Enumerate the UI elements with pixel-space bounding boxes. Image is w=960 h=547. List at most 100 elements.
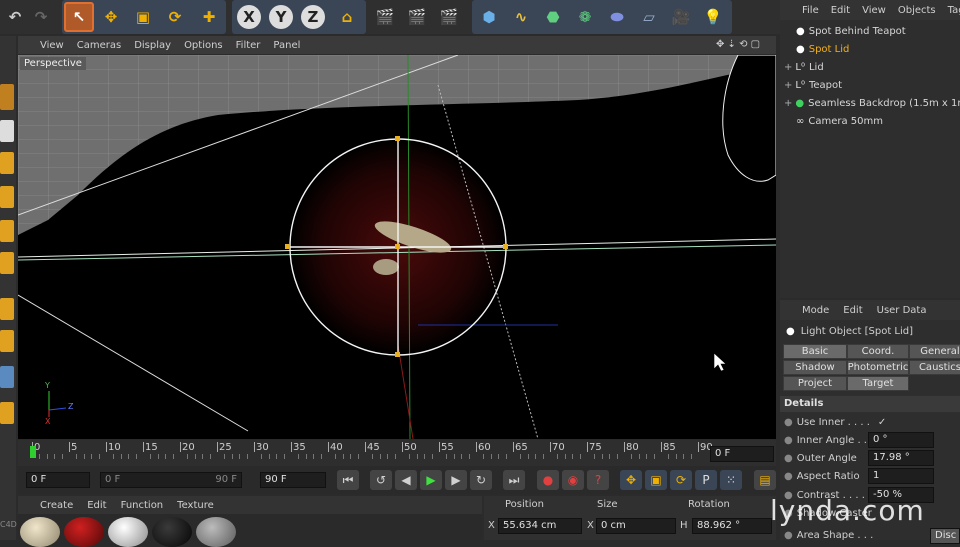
nurbs-icon[interactable]: ⬣ — [538, 2, 568, 32]
play-icon[interactable]: ▶ — [420, 470, 442, 490]
use-inner-checkbox[interactable]: ✓ — [878, 417, 886, 428]
tab-shadow[interactable]: Shadow — [783, 360, 847, 375]
expand-icon[interactable]: + — [784, 80, 792, 91]
viewport-menu-view[interactable]: View — [40, 40, 64, 51]
scale-icon[interactable]: ▣ — [128, 2, 158, 32]
tab-coord[interactable]: Coord. — [847, 344, 909, 359]
object-menu-edit[interactable]: Edit — [831, 5, 850, 16]
rotation-h-field[interactable]: 88.962 ° — [692, 518, 772, 534]
end-frame-field[interactable]: 90 F — [260, 472, 326, 488]
next-key-icon[interactable]: ↻ — [470, 470, 492, 490]
key-parameter-icon[interactable]: P — [695, 470, 717, 490]
x-axis-button[interactable]: X — [234, 2, 264, 32]
points-mode-icon[interactable] — [0, 186, 14, 208]
viewport-menu-filter[interactable]: Filter — [236, 40, 261, 51]
viewport-menu-cameras[interactable]: Cameras — [77, 40, 121, 51]
render-picture-viewer-icon[interactable]: 🎬 — [402, 2, 432, 32]
go-to-end-icon[interactable]: ⏭ — [503, 470, 525, 490]
key-points-icon[interactable]: ⁙ — [720, 470, 742, 490]
object-row-spot-behind-teapot[interactable]: ● Spot Behind Teapot — [784, 22, 960, 40]
redo-icon[interactable]: ↷ — [26, 2, 56, 32]
current-frame-field[interactable]: 0 F — [710, 446, 774, 462]
viewport-menu-display[interactable]: Display — [134, 40, 171, 51]
live-select-icon[interactable]: ↖ — [64, 2, 94, 32]
object-row-camera[interactable]: ∞ Camera 50mm — [784, 112, 960, 130]
workplane-icon[interactable] — [0, 152, 14, 174]
tab-general[interactable]: General — [909, 344, 960, 359]
add-icon[interactable]: ✚ — [194, 2, 224, 32]
floor-icon[interactable]: ▱ — [634, 2, 664, 32]
object-menu-objects[interactable]: Objects — [898, 5, 936, 16]
object-menu-view[interactable]: View — [862, 5, 886, 16]
timeline[interactable]: 0 5 10 15 20 25 30 35 40 45 50 55 60 65 70 75 80 85 90 0 F — [18, 440, 776, 466]
y-axis-button[interactable]: Y — [266, 2, 296, 32]
tweak-mode-icon[interactable] — [0, 330, 14, 352]
inner-angle-field[interactable]: 0 ° — [868, 432, 934, 448]
tab-target[interactable]: Target — [847, 376, 909, 391]
position-x-field[interactable]: 55.634 cm — [498, 518, 582, 534]
object-row-lid[interactable]: + L⁰ Lid — [784, 58, 960, 76]
autokey-icon[interactable]: ◉ — [562, 470, 584, 490]
prev-key-icon[interactable]: ↺ — [370, 470, 392, 490]
tab-basic[interactable]: Basic — [783, 344, 847, 359]
cube-icon[interactable]: ⬢ — [474, 2, 504, 32]
area-shape-dropdown[interactable]: Disc — [930, 528, 960, 544]
key-position-icon[interactable]: ✥ — [620, 470, 642, 490]
size-x-field[interactable]: 0 cm — [596, 518, 676, 534]
light-icon[interactable]: 💡 — [698, 2, 728, 32]
object-row-seamless-backdrop[interactable]: + ● Seamless Backdrop (1.5m x 1m — [784, 94, 960, 112]
material-swatch-black[interactable] — [152, 517, 192, 547]
expand-icon[interactable]: + — [784, 98, 792, 109]
material-swatch-white[interactable] — [108, 517, 148, 547]
workplane-lock-icon[interactable] — [0, 402, 14, 424]
object-menu-file[interactable]: File — [802, 5, 819, 16]
object-row-spot-lid[interactable]: ● Spot Lid — [784, 40, 960, 58]
go-to-start-icon[interactable]: ⏮ — [337, 470, 359, 490]
record-icon[interactable]: ● — [537, 470, 559, 490]
start-frame-field[interactable]: 0 F — [26, 472, 90, 488]
move-icon[interactable]: ✥ — [96, 2, 126, 32]
aspect-ratio-field[interactable]: 1 — [868, 468, 934, 484]
object-row-teapot[interactable]: + L⁰ Teapot — [784, 76, 960, 94]
render-settings-icon[interactable]: 🎬 — [434, 2, 464, 32]
spline-icon[interactable]: ∿ — [506, 2, 536, 32]
key-rotation-icon[interactable]: ⟳ — [670, 470, 692, 490]
viewport[interactable]: Perspective Y Z X — [18, 55, 776, 439]
min-frame-field[interactable]: 0 F 90 F — [100, 472, 242, 488]
material-swatch-cream[interactable] — [20, 517, 60, 547]
model-mode-icon[interactable] — [0, 84, 14, 110]
axis-mode-icon[interactable] — [0, 298, 14, 320]
snap-icon[interactable] — [0, 366, 14, 388]
timeline-playhead[interactable] — [30, 446, 36, 458]
tab-photometric[interactable]: Photometric — [847, 360, 909, 375]
attr-menu-mode[interactable]: Mode — [802, 305, 829, 316]
material-menu-create[interactable]: Create — [40, 500, 73, 511]
material-menu-texture[interactable]: Texture — [177, 500, 214, 511]
expand-icon[interactable]: + — [784, 62, 792, 73]
array-icon[interactable]: ❁ — [570, 2, 600, 32]
z-axis-button[interactable]: Z — [298, 2, 328, 32]
polygons-mode-icon[interactable] — [0, 252, 14, 274]
viewport-menu-options[interactable]: Options — [184, 40, 223, 51]
keyframe-help-icon[interactable]: ? — [587, 470, 609, 490]
material-swatch-red[interactable] — [64, 517, 104, 547]
material-menu-edit[interactable]: Edit — [87, 500, 106, 511]
prev-frame-icon[interactable]: ◀ — [395, 470, 417, 490]
edges-mode-icon[interactable] — [0, 220, 14, 242]
coordinate-system-icon[interactable]: ⌂ — [332, 2, 362, 32]
material-swatch-grey[interactable] — [196, 517, 236, 547]
attr-menu-user-data[interactable]: User Data — [877, 305, 927, 316]
tab-caustics[interactable]: Caustics — [909, 360, 960, 375]
timeline-window-icon[interactable]: ▤ — [754, 470, 776, 490]
rotate-icon[interactable]: ⟳ — [160, 2, 190, 32]
object-menu-tag[interactable]: Tag — [948, 5, 960, 16]
viewport-menu-panel[interactable]: Panel — [273, 40, 300, 51]
deformer-icon[interactable]: ⬬ — [602, 2, 632, 32]
render-view-icon[interactable]: 🎬 — [370, 2, 400, 32]
camera-icon[interactable]: 🎥 — [666, 2, 696, 32]
attr-menu-edit[interactable]: Edit — [843, 305, 862, 316]
viewport-nav-icon[interactable]: ✥ ⇣ ⟲ ▢ — [716, 39, 760, 50]
material-menu-function[interactable]: Function — [121, 500, 164, 511]
key-scale-icon[interactable]: ▣ — [645, 470, 667, 490]
tab-project[interactable]: Project — [783, 376, 847, 391]
